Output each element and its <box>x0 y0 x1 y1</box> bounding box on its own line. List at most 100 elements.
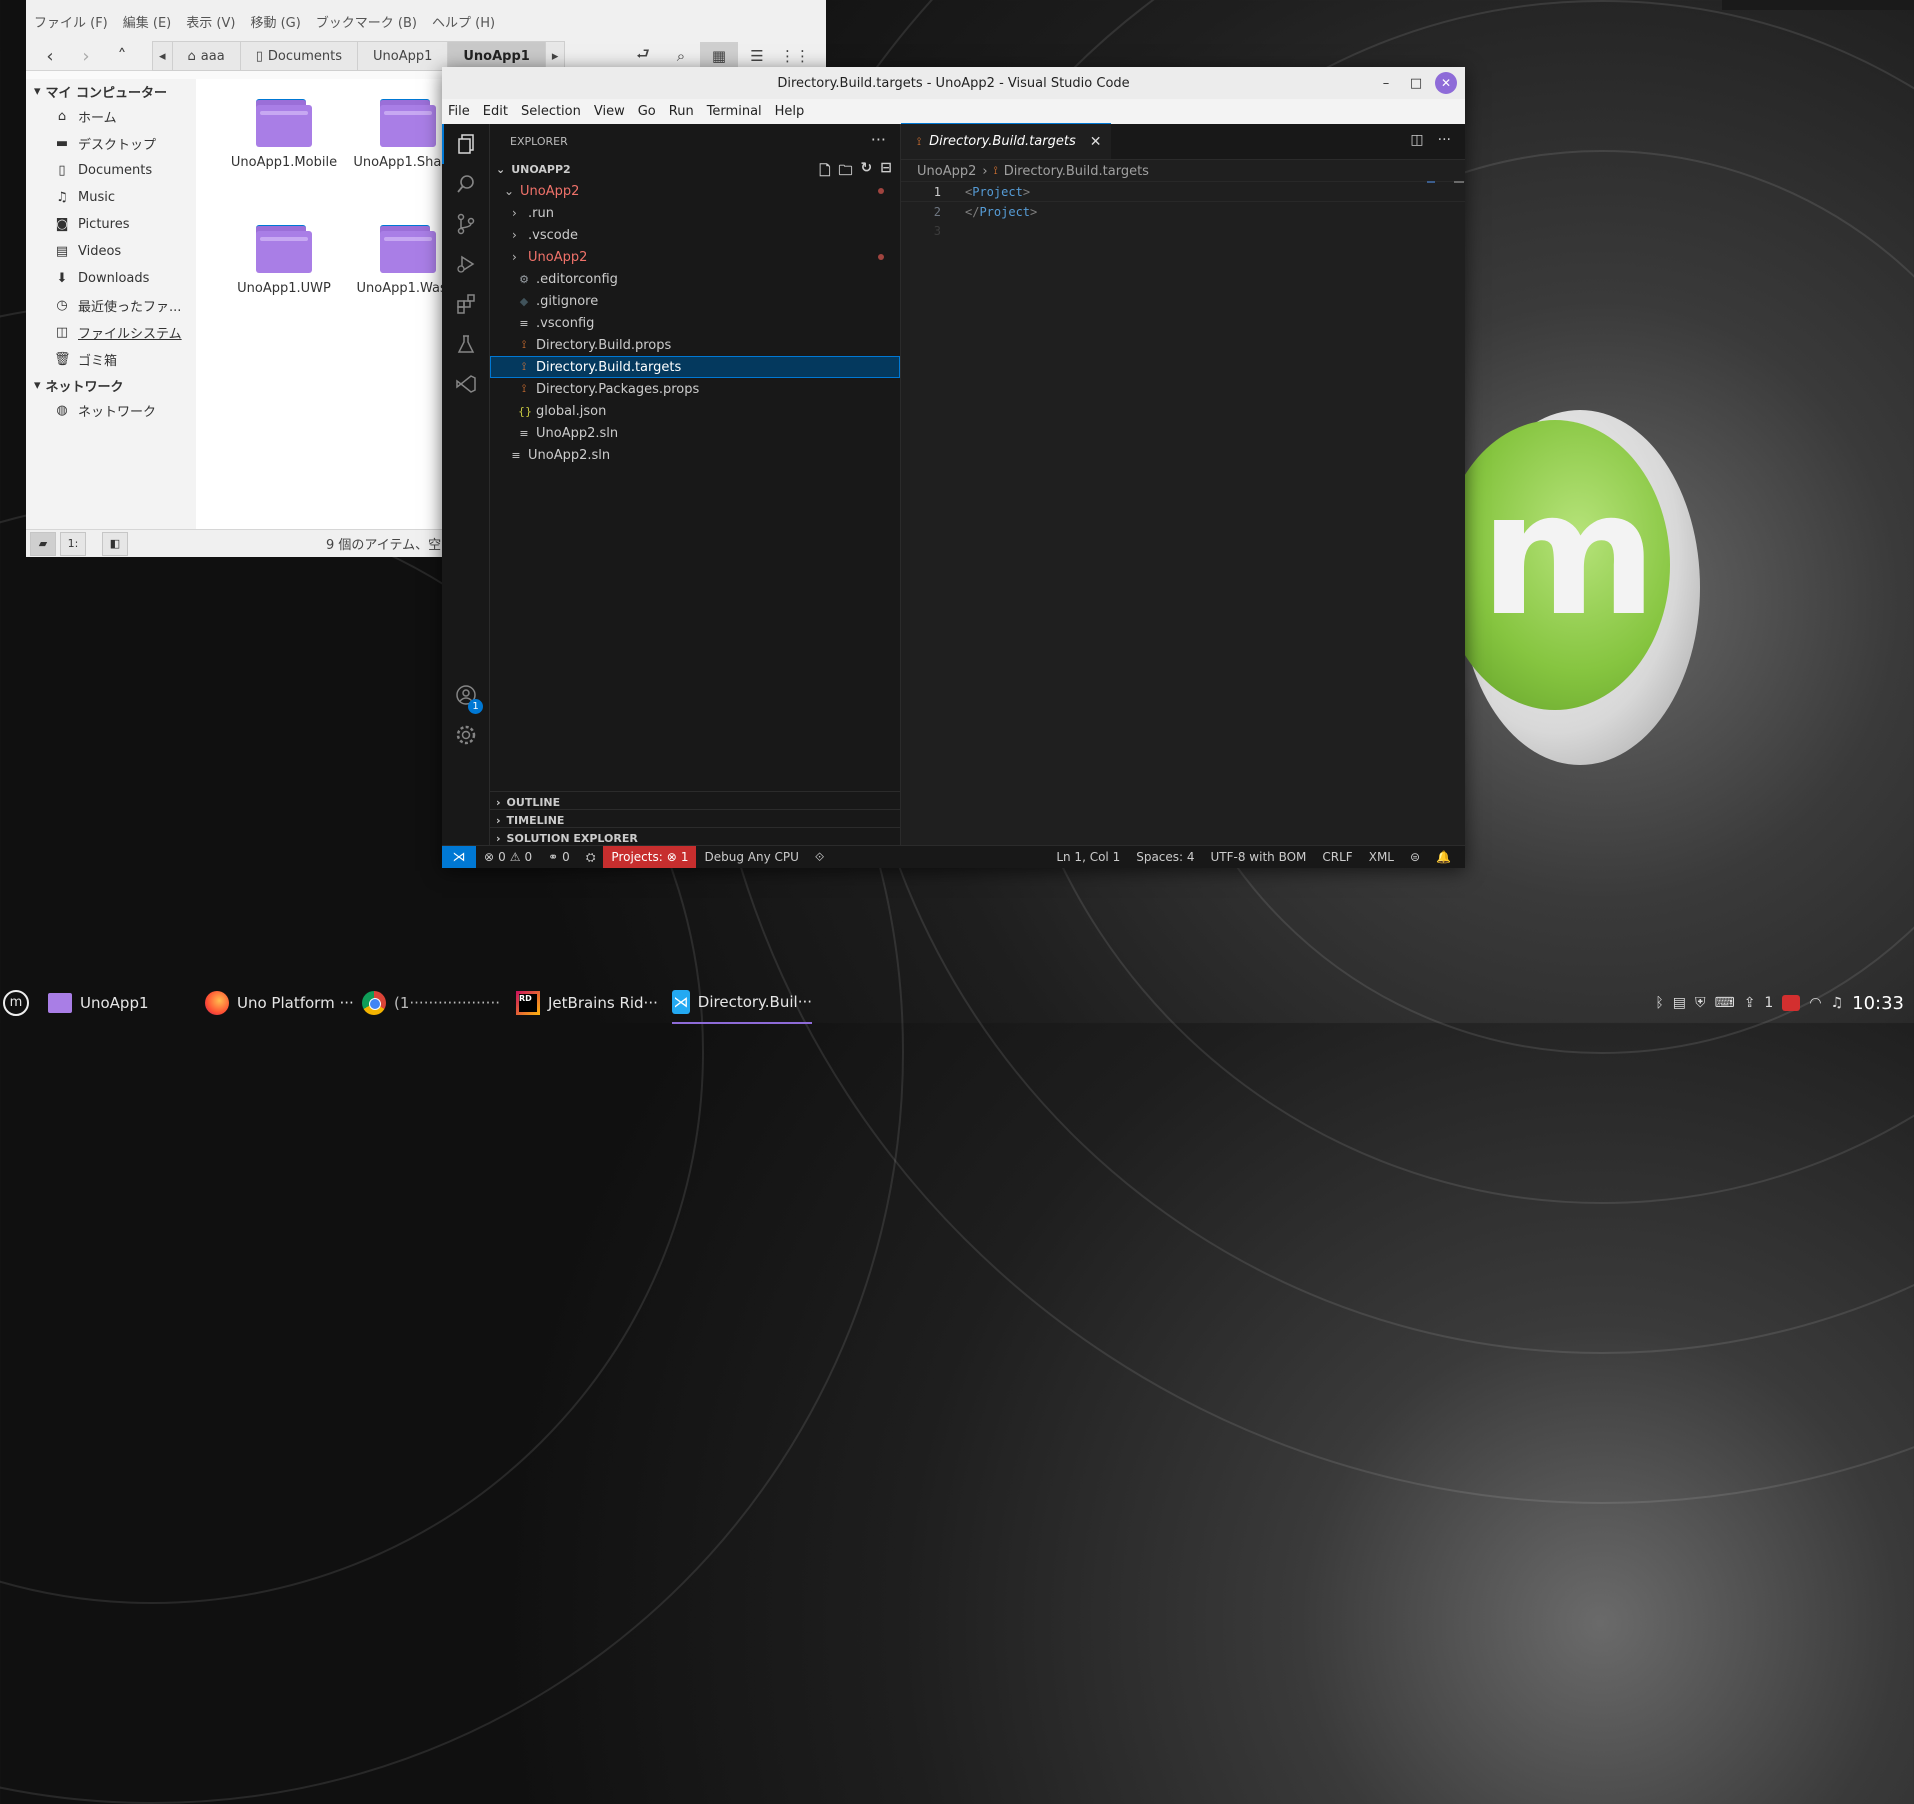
tree-item[interactable]: › .run <box>490 202 900 224</box>
folder-item[interactable]: UnoApp1.UWP <box>214 225 354 296</box>
hide-sidebar-icon[interactable]: ◧ <box>102 531 128 556</box>
taskbar-item-firefox[interactable]: Uno Platform ··· <box>205 983 355 1023</box>
tree-item[interactable]: › UnoApp2 <box>490 246 900 268</box>
clipboard-icon[interactable]: ▤ <box>1673 995 1686 1011</box>
sidebar-item-videos[interactable]: ▤ Videos <box>26 238 196 265</box>
bluetooth-icon[interactable]: ᛒ <box>1655 995 1663 1011</box>
remote-icon[interactable]: ⋊ <box>442 846 476 868</box>
menu-go[interactable]: Go <box>638 104 656 119</box>
shield-icon[interactable]: ⛨ <box>1695 995 1706 1011</box>
menu-file[interactable]: File <box>448 104 470 119</box>
tree-item[interactable]: › .vscode <box>490 224 900 246</box>
language-status[interactable]: XML <box>1361 846 1402 868</box>
tree-item[interactable]: ≡ .vsconfig <box>490 312 900 334</box>
breadcrumb-right-arrow[interactable]: ▸ <box>546 42 565 70</box>
code-editor[interactable]: 1 < Project > 2 </Project > 3 <box>901 181 1465 240</box>
menu-terminal[interactable]: Terminal <box>707 104 762 119</box>
indentation-status[interactable]: Spaces: 4 <box>1128 846 1202 868</box>
sidebar-item-pictures[interactable]: ◙ Pictures <box>26 211 196 238</box>
tree-item[interactable]: ⟟ Directory.Packages.props <box>490 378 900 400</box>
wifi-icon[interactable]: ◠ <box>1809 995 1821 1011</box>
ports-status[interactable]: ⚭ 0 <box>540 846 578 868</box>
tree-item[interactable]: ≡ UnoApp2.sln <box>490 444 900 466</box>
fm-menu-file[interactable]: ファイル (F) <box>34 12 108 31</box>
sync-status[interactable]: ⟐ <box>807 846 832 868</box>
fm-menu-help[interactable]: ヘルプ (H) <box>432 12 495 31</box>
sidebar-header-network[interactable]: ▾ ネットワーク <box>26 373 196 397</box>
taskbar-item-rider[interactable]: RD JetBrains Rid··· <box>516 983 666 1023</box>
breadcrumb-file[interactable]: Directory.Build.targets <box>1004 164 1149 179</box>
maximize-icon[interactable]: □ <box>1405 72 1427 94</box>
eol-status[interactable]: CRLF <box>1314 846 1360 868</box>
forward-button[interactable]: › <box>68 42 104 70</box>
start-menu-button[interactable]: m <box>0 983 32 1023</box>
compact-view-icon[interactable]: ⋮⋮ <box>776 42 814 70</box>
more-actions-icon[interactable]: ··· <box>871 130 886 149</box>
fm-menu-view[interactable]: 表示 (V) <box>186 12 235 31</box>
tab-directory-build-targets[interactable]: ⟟ Directory.Build.targets ✕ <box>901 123 1112 159</box>
sidebar-item-recent[interactable]: ◷ 最近使ったファ... <box>26 292 196 319</box>
fm-menu-bookmarks[interactable]: ブックマーク (B) <box>316 12 417 31</box>
breadcrumb-unoapp1-current[interactable]: UnoApp1 <box>448 42 546 70</box>
source-control-icon[interactable] <box>442 204 489 244</box>
close-icon[interactable]: ✕ <box>1435 72 1457 94</box>
copilot-icon[interactable]: ⊜ <box>1402 846 1428 868</box>
run-debug-icon[interactable] <box>442 244 489 284</box>
fm-menu-edit[interactable]: 編集 (E) <box>123 12 172 31</box>
breadcrumb-aaa[interactable]: ⌂ aaa <box>173 42 241 70</box>
taskbar-item-unoapp1[interactable]: UnoApp1 <box>48 983 198 1023</box>
explorer-icon[interactable] <box>442 124 491 164</box>
sidebar-header-computer[interactable]: ▾ マイ コンピューター <box>26 79 196 103</box>
search-icon[interactable] <box>442 164 489 204</box>
projects-status[interactable]: Projects: ⊗ 1 <box>603 846 697 868</box>
breadcrumb-folder[interactable]: UnoApp2 <box>917 164 976 179</box>
accounts-icon[interactable]: 1 <box>442 675 489 715</box>
encoding-status[interactable]: UTF-8 with BOM <box>1203 846 1315 868</box>
sidebar-item-network[interactable]: ◍ ネットワーク <box>26 397 196 424</box>
sidebar-item-downloads[interactable]: ⬇ Downloads <box>26 265 196 292</box>
fm-menu-go[interactable]: 移動 (G) <box>250 12 300 31</box>
minimize-icon[interactable]: – <box>1375 72 1397 94</box>
menu-selection[interactable]: Selection <box>521 104 581 119</box>
places-icon[interactable]: ▰ <box>30 531 56 556</box>
sidebar-item-trash[interactable]: 🗑 ゴミ箱 <box>26 346 196 373</box>
icon-view-icon[interactable]: ▦ <box>700 42 738 70</box>
extensions-icon[interactable] <box>442 284 489 324</box>
menu-help[interactable]: Help <box>775 104 805 119</box>
menu-run[interactable]: Run <box>669 104 694 119</box>
list-view-icon[interactable]: ☰ <box>738 42 776 70</box>
taskbar-item-chrome[interactable]: (1··················· <box>362 983 507 1023</box>
up-button[interactable]: ˄ <box>104 42 140 70</box>
clock[interactable]: 10:33 <box>1852 993 1904 1014</box>
notifications-icon[interactable]: 🔔 <box>1428 846 1459 868</box>
workspace-section-header[interactable]: ⌄ UNOAPP2 🗋 🗀 ↻ ⊟ <box>490 158 900 180</box>
taskbar-item-vscode[interactable]: ⋊ Directory.Buil··· <box>672 982 812 1024</box>
testing-icon[interactable] <box>442 324 489 364</box>
debug-config-status[interactable]: Debug Any CPU <box>696 846 806 868</box>
menu-edit[interactable]: Edit <box>483 104 508 119</box>
debug-toggle[interactable]: ⛭ <box>578 846 604 868</box>
sidebar-item-desktop[interactable]: ▬ デスクトップ <box>26 130 196 157</box>
update-icon[interactable]: ⇪ <box>1744 995 1756 1011</box>
breadcrumb-documents[interactable]: ▯ Documents <box>241 42 358 70</box>
search-icon[interactable]: ⌕ <box>662 42 700 70</box>
sidebar-item-home[interactable]: ⌂ ホーム <box>26 103 196 130</box>
sidebar-item-documents[interactable]: ▯ Documents <box>26 157 196 184</box>
tree-item[interactable]: ⌄ UnoApp2 <box>490 180 900 202</box>
minimap-slider[interactable] <box>1427 181 1435 183</box>
close-tab-icon[interactable]: ✕ <box>1090 134 1102 150</box>
tree-item[interactable]: ⟟ Directory.Build.targets <box>490 356 900 378</box>
tree-item[interactable]: ≡ UnoApp2.sln <box>490 422 900 444</box>
gear-icon[interactable] <box>442 715 489 755</box>
scrollbar[interactable] <box>1454 181 1464 183</box>
tree-item[interactable]: ⚙ .editorconfig <box>490 268 900 290</box>
breadcrumb-left-arrow[interactable]: ◂ <box>153 42 173 70</box>
tree-item[interactable]: ⟟ Directory.Build.props <box>490 334 900 356</box>
problems-status[interactable]: ⊗ 0 ⚠ 0 <box>476 846 540 868</box>
csharp-devkit-icon[interactable] <box>442 364 489 404</box>
back-button[interactable]: ‹ <box>32 42 68 70</box>
cursor-position[interactable]: Ln 1, Col 1 <box>1048 846 1128 868</box>
keyboard-icon[interactable]: ⌨ <box>1714 995 1734 1011</box>
sidebar-item-filesystem[interactable]: ◫ ファイルシステム <box>26 319 196 346</box>
breadcrumb-unoapp1[interactable]: UnoApp1 <box>358 42 449 70</box>
